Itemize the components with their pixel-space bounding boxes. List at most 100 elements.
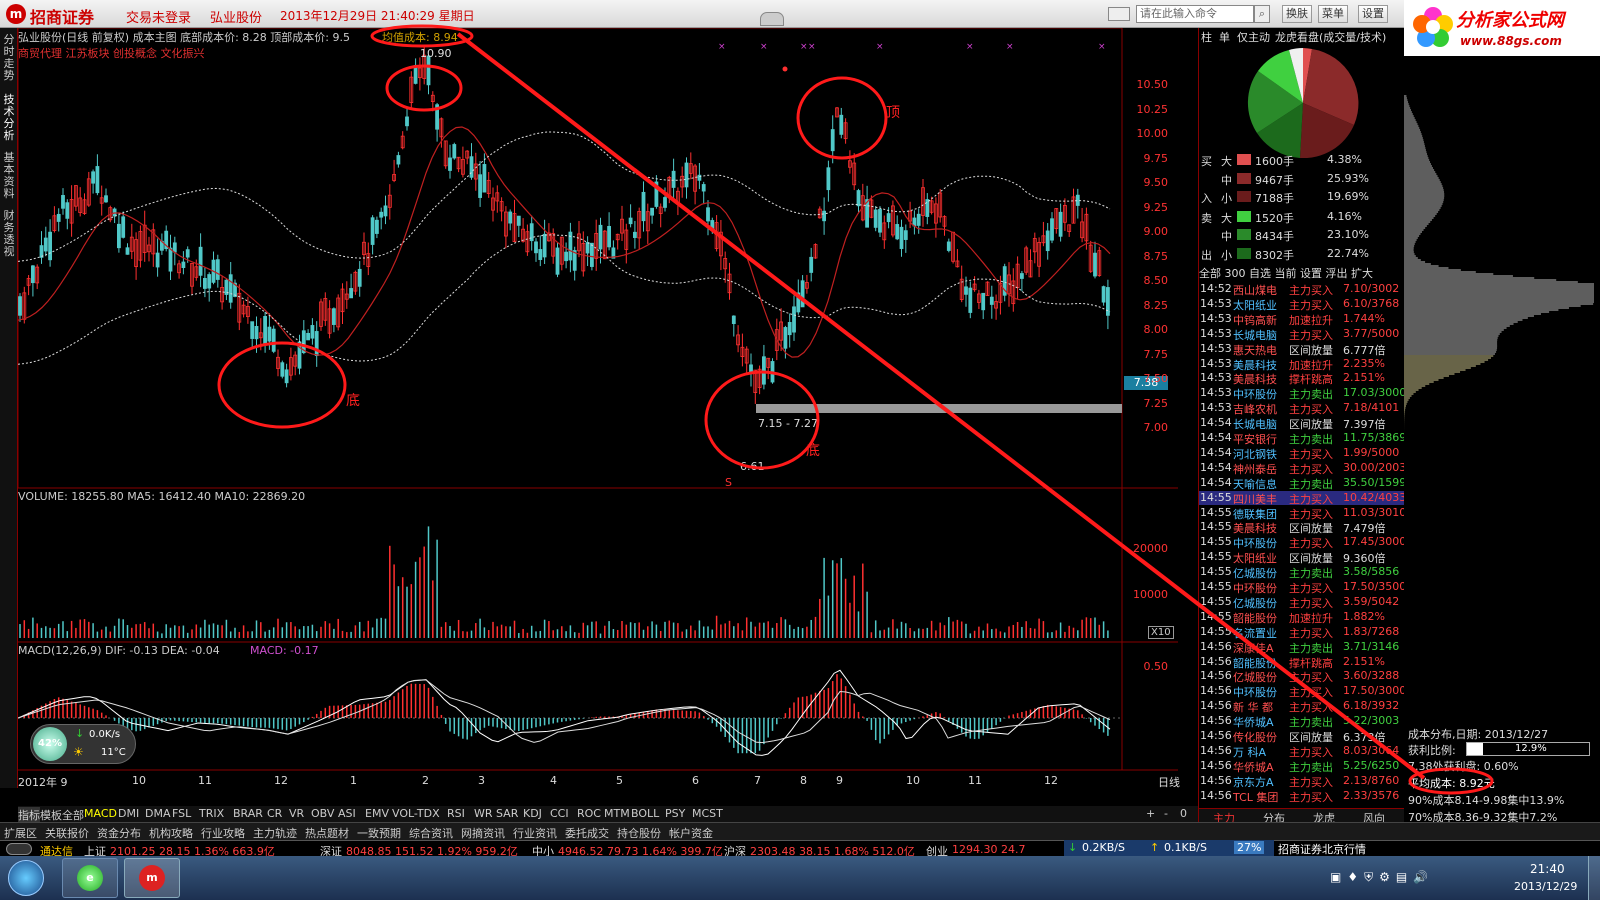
extension-tab[interactable]: 主力轨迹 — [253, 825, 297, 841]
filter-bar[interactable]: 全部 300 自选 当前 设置 浮出 扩大 — [1199, 265, 1373, 281]
indicator-tab[interactable]: CCI — [550, 807, 569, 820]
trade-row[interactable]: 14:56 华侨城A 主力卖出 5.22/3003 — [1199, 714, 1405, 729]
extension-tab[interactable]: 关联报价 — [45, 825, 89, 841]
search-icon[interactable]: ⌕ — [1254, 5, 1270, 23]
indicator-tab[interactable]: EMV — [365, 807, 389, 820]
indicator-tab[interactable]: VOL-TDX — [392, 807, 440, 820]
trade-row[interactable]: 14:56 TCL 集团 主力买入 2.33/3576 — [1199, 789, 1405, 804]
indicator-tab[interactable]: KDJ — [523, 807, 542, 820]
zoom-out-button[interactable]: - — [1164, 807, 1168, 820]
trade-row[interactable]: 14:56 亿城股份 主力买入 3.60/3288 — [1199, 669, 1405, 684]
indicator-tab[interactable]: FSL — [172, 807, 191, 820]
extension-tab[interactable]: 行业资讯 — [513, 825, 557, 841]
skin-button[interactable]: 换肤 — [1282, 5, 1312, 23]
start-button-icon[interactable] — [8, 860, 44, 896]
menu-trade-login[interactable]: 交易未登录 — [126, 7, 191, 26]
indicator-tab[interactable]: OBV — [311, 807, 334, 820]
indicator-tab[interactable]: PSY — [665, 807, 685, 820]
extension-tab[interactable]: 委托成交 — [565, 825, 609, 841]
tab-single[interactable]: 单 — [1219, 29, 1230, 45]
trade-row[interactable]: 14:55 美晨科技 区间放量 7.479倍 — [1199, 520, 1405, 535]
trade-row[interactable]: 14:56 深康佳A 主力卖出 3.71/3146 — [1199, 640, 1405, 655]
indicator-tab[interactable]: 模板 — [40, 807, 62, 823]
indicator-tab[interactable]: ASI — [338, 807, 356, 820]
indicator-tab[interactable]: ROC — [577, 807, 601, 820]
main-chart-area[interactable]: × × × × × × × × 弘业股份(日线 前复权) 成本主图 底部成本价: 8.28 顶… — [18, 28, 1198, 790]
trade-row[interactable]: 14:56 万 科A 主力买入 8.03/3064 — [1199, 744, 1405, 759]
menu-stock-name[interactable]: 弘业股份 — [210, 7, 262, 26]
trade-row[interactable]: 14:55 亿城股份 主力买入 3.59/5042 — [1199, 595, 1405, 610]
trade-row[interactable]: 14:54 天喻信息 主力卖出 35.50/1599 — [1199, 476, 1406, 491]
trade-row[interactable]: 14:55 中环股份 主力买入 17.45/3000 — [1199, 535, 1406, 550]
trade-row[interactable]: 14:53 美晨科技 加速拉升 2.235% — [1199, 357, 1405, 372]
taskbar-trading-app-icon[interactable]: m — [124, 858, 180, 898]
trade-row[interactable]: 14:56 新 华 都 主力买入 6.18/3932 — [1199, 699, 1405, 714]
trade-row[interactable]: 14:56 韶能股份 撑杆跳高 2.151% — [1199, 655, 1405, 670]
trade-row[interactable]: 14:53 吉峰农机 主力买入 7.18/4101 — [1199, 401, 1405, 416]
indicator-tab[interactable]: WR — [474, 807, 493, 820]
indicator-tab[interactable]: MTM — [604, 807, 630, 820]
trade-row[interactable]: 14:55 中环股份 主力买入 17.50/3500 — [1199, 580, 1406, 595]
trade-row[interactable]: 14:55 亿城股份 主力卖出 3.58/5856 — [1199, 565, 1405, 580]
indicator-tab[interactable]: RSI — [447, 807, 465, 820]
trade-row[interactable]: 14:56 京东方A 主力买入 2.13/8760 — [1199, 774, 1405, 789]
tab-fundamentals[interactable]: 基本资料 — [2, 152, 16, 200]
trade-row[interactable]: 14:53 中环股份 主力卖出 17.03/3000 — [1199, 386, 1406, 401]
tab-technical[interactable]: 技术分析 — [2, 94, 16, 142]
trade-row[interactable]: 14:55 韶能股份 加速拉升 1.882% — [1199, 610, 1405, 625]
tab-intraday[interactable]: 分时走势 — [2, 34, 16, 82]
settings-button[interactable]: 设置 — [1358, 5, 1388, 23]
keyboard-icon[interactable] — [1108, 7, 1130, 21]
extension-tab[interactable]: 帐户资金 — [669, 825, 713, 841]
trade-row[interactable]: 14:53 长城电脑 主力买入 3.77/5000 — [1199, 327, 1405, 342]
tab-active-only[interactable]: 仅主动 — [1237, 29, 1270, 45]
ad-banner[interactable]: 分析家公式网 www.88gs.com — [1404, 0, 1600, 56]
extension-tab[interactable]: 持仓股份 — [617, 825, 661, 841]
trade-row[interactable]: 14:54 长城电脑 区间放量 7.397倍 — [1199, 416, 1405, 431]
command-input[interactable]: 请在此输入命令 — [1136, 5, 1254, 23]
indicator-tab[interactable]: VR — [289, 807, 304, 820]
tab-financial[interactable]: 财务透视 — [2, 210, 16, 258]
indicator-tab[interactable]: CR — [267, 807, 282, 820]
indicator-tab[interactable]: SAR — [496, 807, 518, 820]
extension-tab[interactable]: 热点题材 — [305, 825, 349, 841]
indicator-tab[interactable]: MCST — [692, 807, 723, 820]
trade-row[interactable]: 14:53 太阳纸业 主力买入 6.10/3768 — [1199, 297, 1405, 312]
indicator-tab[interactable]: BRAR — [233, 807, 263, 820]
trade-row[interactable]: 14:56 华侨城A 主力卖出 5.25/6250 — [1199, 759, 1405, 774]
tab-bar-chart[interactable]: 柱 — [1201, 29, 1212, 45]
period-label[interactable]: 日线 — [1158, 774, 1180, 790]
net-widget[interactable]: 42% ↓ 0.0K/s ☀ 11°C — [30, 724, 136, 764]
trade-row[interactable]: 14:55 四川美丰 主力买入 10.42/4033 — [1199, 490, 1406, 506]
trade-row[interactable]: 14:56 中环股份 主力买入 17.50/3000 — [1199, 684, 1406, 699]
trade-row[interactable]: 14:54 河北钢铁 主力买入 1.99/5000 — [1199, 446, 1405, 461]
extension-tab[interactable]: 综合资讯 — [409, 825, 453, 841]
indicator-tab[interactable]: BOLL — [631, 807, 659, 820]
extension-tab[interactable]: 机构攻略 — [149, 825, 193, 841]
trade-row[interactable]: 14:54 平安银行 主力卖出 11.75/3869 — [1199, 431, 1406, 446]
ticker-toggle-icon[interactable] — [6, 843, 32, 855]
extension-tab[interactable]: 行业攻略 — [201, 825, 245, 841]
extension-tab[interactable]: 网摘资讯 — [461, 825, 505, 841]
trade-row[interactable]: 14:53 中钨高新 加速拉升 1.744% — [1199, 312, 1405, 327]
indicator-tab[interactable]: TRIX — [199, 807, 224, 820]
indicator-tab[interactable]: DMA — [145, 807, 171, 820]
indicator-tab[interactable]: 全部 — [62, 807, 84, 823]
zoom-in-button[interactable]: + — [1146, 807, 1155, 820]
trade-row[interactable]: 14:52 西山煤电 主力买入 7.10/3002 — [1199, 282, 1405, 297]
collapse-handle-icon[interactable] — [760, 12, 784, 26]
trade-row[interactable]: 14:54 神州泰岳 主力买入 30.00/2003 — [1199, 461, 1406, 476]
indicator-tab[interactable]: 指标 — [18, 807, 40, 823]
trade-row[interactable]: 14:55 名流置业 主力买入 1.83/7268 — [1199, 625, 1405, 640]
trade-row[interactable]: 14:55 太阳纸业 区间放量 9.360倍 — [1199, 550, 1405, 565]
extension-tab[interactable]: 一致预期 — [357, 825, 401, 841]
trade-row[interactable]: 14:53 美晨科技 撑杆跳高 2.151% — [1199, 371, 1405, 386]
indicator-tab[interactable]: MACD — [84, 807, 117, 820]
tray-icons[interactable]: ▣♦⛨⚙▤🔊 — [1330, 870, 1460, 886]
show-desktop-button[interactable] — [1588, 856, 1600, 900]
trade-row[interactable]: 14:53 惠天热电 区间放量 6.777倍 — [1199, 342, 1405, 357]
indicator-tab[interactable]: DMI — [118, 807, 139, 820]
extension-tab[interactable]: 资金分布 — [97, 825, 141, 841]
taskbar-ie-icon[interactable]: e — [62, 858, 118, 898]
extension-tab[interactable]: 扩展区 — [4, 825, 37, 841]
